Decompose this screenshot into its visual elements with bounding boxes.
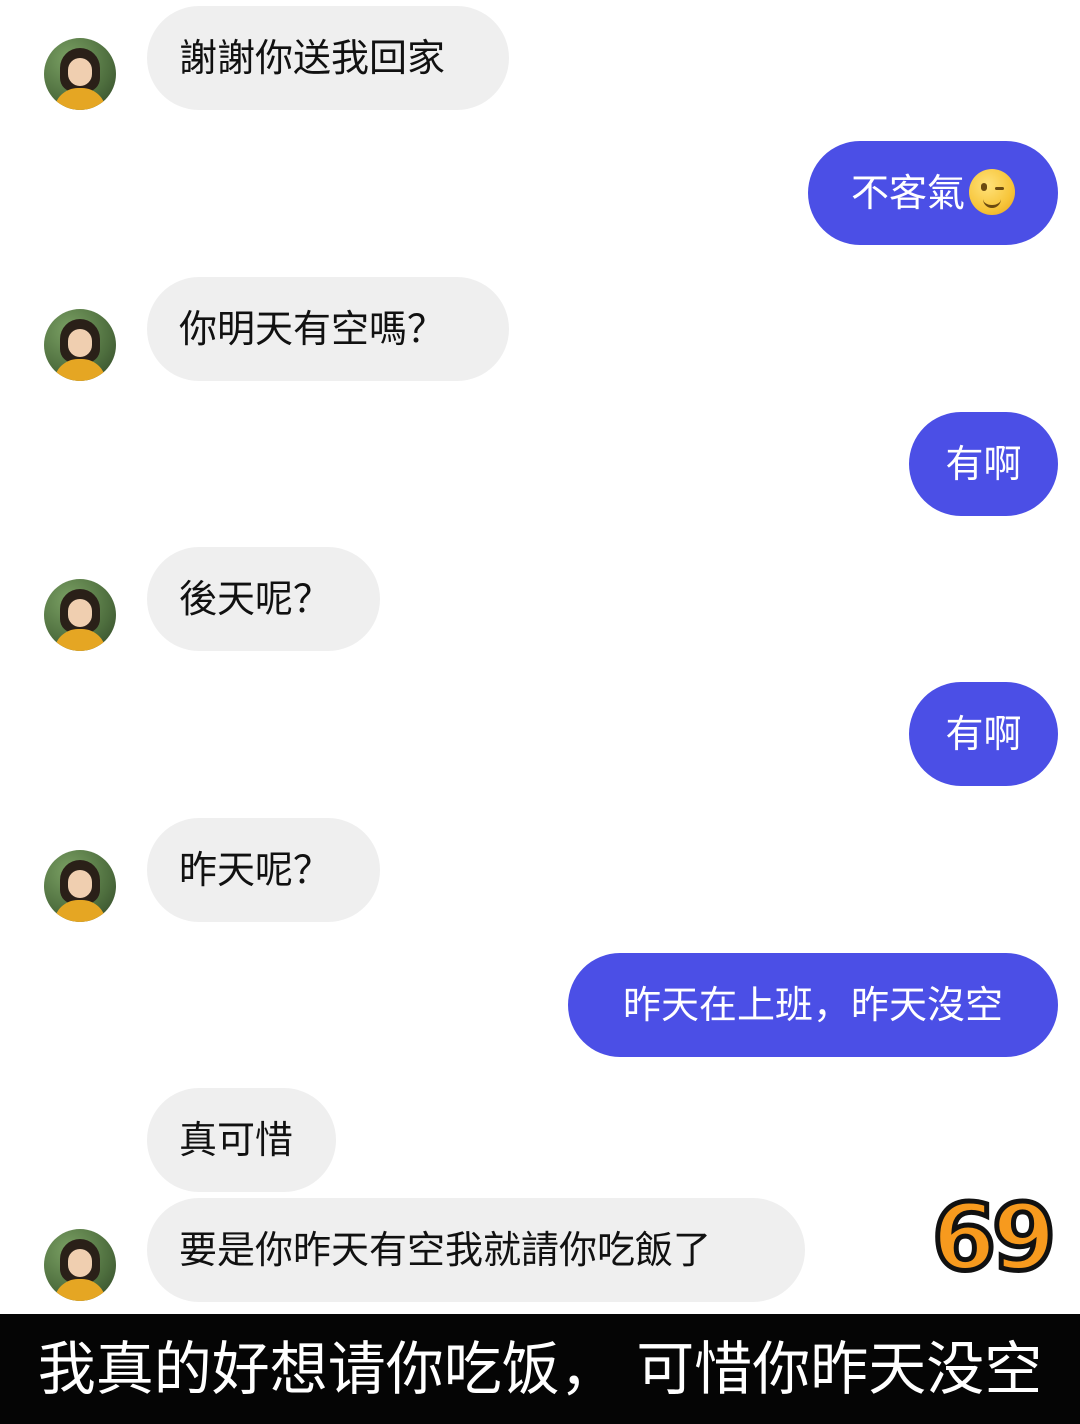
incoming-message-bubble[interactable]: 真可惜 [147,1088,336,1192]
message-text: 後天呢？ [179,577,332,621]
message-text: 有啊 [945,442,1022,486]
incoming-message-bubble[interactable]: 昨天呢？ [147,818,380,922]
page-number-badge: 69 [929,1184,1058,1291]
message-text: 你明天有空嗎？ [179,307,446,351]
user-avatar[interactable] [44,579,116,651]
outgoing-message-bubble[interactable]: 有啊 [909,412,1058,516]
message-text: 有啊 [945,712,1022,756]
incoming-message-bubble[interactable]: 後天呢？ [147,547,380,651]
user-avatar[interactable] [44,1229,116,1301]
outgoing-message-bubble[interactable]: 有啊 [909,682,1058,786]
message-text: 不客氣 [850,171,965,215]
user-avatar[interactable] [44,309,116,381]
message-text: 謝謝你送我回家 [179,36,446,80]
message-text: 昨天在上班，昨天沒空 [622,983,1003,1027]
message-text: 昨天呢？ [179,848,332,892]
subtitle-caption: 我真的好想请你吃饭， 可惜你昨天没空 [0,1314,1080,1424]
user-avatar[interactable] [44,850,116,922]
incoming-message-bubble[interactable]: 你明天有空嗎？ [147,277,509,381]
message-text: 要是你昨天有空我就請你吃飯了 [179,1228,712,1272]
incoming-message-bubble[interactable]: 要是你昨天有空我就請你吃飯了 [147,1198,805,1302]
winking-face-icon [969,168,1015,215]
outgoing-message-bubble[interactable]: 昨天在上班，昨天沒空 [568,953,1058,1057]
outgoing-message-bubble[interactable]: 不客氣 [808,141,1058,245]
user-avatar[interactable] [44,38,116,110]
incoming-message-bubble[interactable]: 謝謝你送我回家 [147,6,509,110]
chat-thread: 謝謝你送我回家 不客氣 你明天有空嗎？ 有啊 後天呢？ 有啊 昨天呢？ 昨天在上… [0,0,1080,1314]
message-text: 真可惜 [179,1118,294,1162]
